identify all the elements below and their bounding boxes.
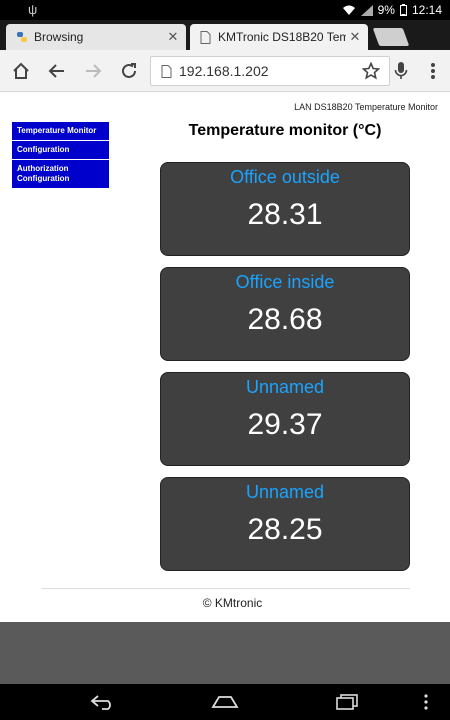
tab-browsing[interactable]: Browsing ✕: [6, 24, 186, 50]
nav-recents-icon[interactable]: [332, 692, 362, 712]
signal-icon: [360, 4, 373, 16]
footer-divider: [42, 588, 410, 589]
clock: 12:14: [411, 3, 442, 17]
page-overscroll-area: [0, 622, 450, 684]
sensor-name: Office outside: [230, 167, 340, 187]
navigation-bar: [0, 684, 450, 720]
menu-item-configuration[interactable]: Configuration: [12, 141, 109, 160]
reload-icon[interactable]: [118, 60, 140, 82]
close-tab-icon[interactable]: ✕: [164, 29, 182, 45]
nav-menu-icon[interactable]: [416, 692, 436, 712]
sensor-temperature: 29.37: [247, 408, 323, 441]
sensor-card: Unnamed 29.37: [160, 372, 410, 466]
side-menu: Temperature Monitor Configuration Author…: [12, 122, 109, 188]
page-favicon-icon: [200, 31, 212, 44]
url-text[interactable]: 192.168.1.202: [179, 63, 269, 79]
home-icon[interactable]: [10, 60, 32, 82]
star-icon[interactable]: [360, 60, 382, 82]
sensor-name: Unnamed: [245, 377, 325, 397]
battery-icon: [399, 4, 407, 16]
sensor-card: Unnamed 28.25: [160, 477, 410, 571]
sensor-name: Office inside: [235, 272, 335, 292]
footer-copyright: © KMtronic: [202, 596, 263, 610]
menu-item-authorization-configuration[interactable]: Authorization Configuration: [12, 160, 109, 188]
sensor-card: Office inside 28.68: [160, 267, 410, 361]
nav-back-icon[interactable]: [88, 692, 118, 712]
sensor-name: Unnamed: [245, 482, 325, 502]
menu-item-temperature-monitor[interactable]: Temperature Monitor: [12, 122, 109, 141]
page-title: Temperature monitor (°C): [188, 122, 382, 139]
tab-title: KMTronic DS18B20 Temper: [218, 30, 346, 44]
status-bar: ψ 9% 12:14: [0, 0, 450, 20]
page-icon: [161, 65, 172, 83]
menu-icon[interactable]: [422, 60, 444, 82]
new-tab-button[interactable]: [372, 28, 410, 46]
browser-toolbar: 192.168.1.202: [0, 50, 450, 92]
python-favicon-icon: [16, 31, 28, 43]
tab-strip: Browsing ✕ KMTronic DS18B20 Temper ✕: [0, 20, 450, 50]
sensor-temperature: 28.25: [247, 513, 323, 546]
wifi-icon: [342, 5, 356, 15]
usb-icon: ψ: [28, 2, 38, 17]
tab-title: Browsing: [34, 30, 84, 44]
back-icon[interactable]: [46, 60, 68, 82]
mic-icon[interactable]: [390, 60, 412, 82]
address-bar[interactable]: 192.168.1.202: [150, 56, 390, 86]
sensor-temperature: 28.31: [247, 198, 323, 231]
sensor-card: Office outside 28.31: [160, 162, 410, 256]
device-label: LAN DS18B20 Temperature Monitor: [294, 102, 438, 112]
close-tab-icon[interactable]: ✕: [346, 29, 364, 45]
tab-kmtronic[interactable]: KMTronic DS18B20 Temper ✕: [190, 24, 368, 50]
web-page: LAN DS18B20 Temperature Monitor Temperat…: [0, 92, 450, 622]
battery-percent: 9%: [377, 3, 395, 17]
sensor-temperature: 28.68: [247, 303, 323, 336]
nav-home-icon[interactable]: [210, 692, 240, 712]
forward-icon[interactable]: [82, 60, 104, 82]
